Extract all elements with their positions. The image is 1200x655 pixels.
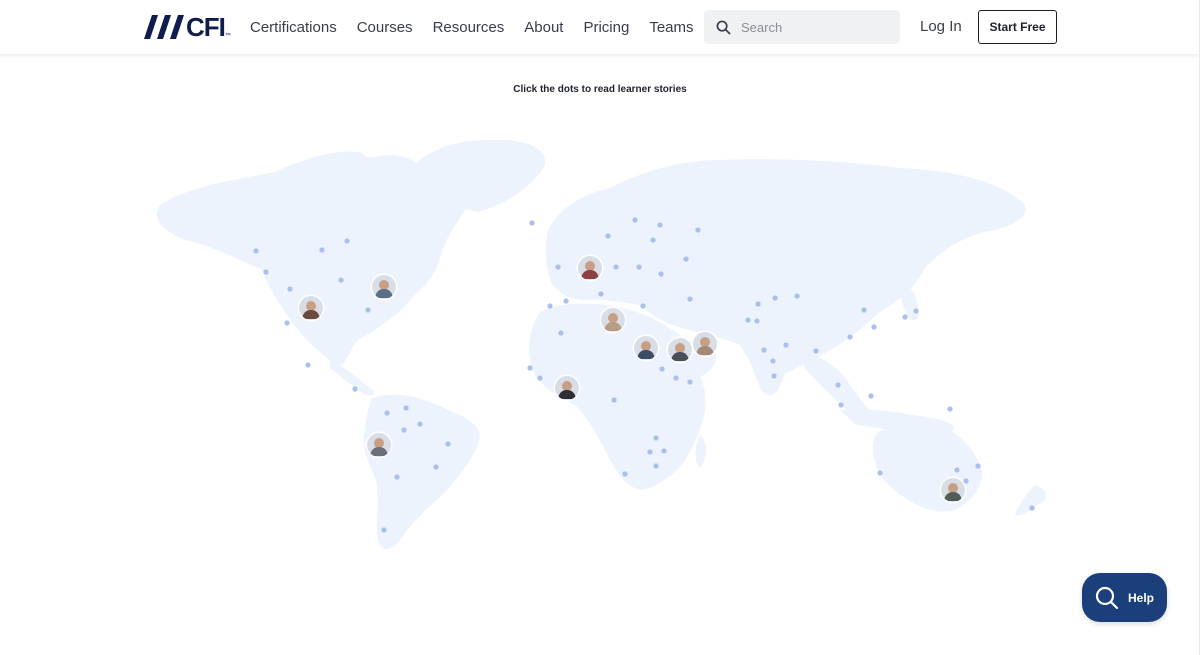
learner-dot[interactable]: [659, 366, 665, 372]
continents: [156, 139, 1046, 549]
learner-dot[interactable]: [650, 237, 656, 243]
learner-dot[interactable]: [417, 421, 423, 427]
learner-dot[interactable]: [611, 397, 617, 403]
learner-dot[interactable]: [661, 448, 667, 454]
land-india: [740, 328, 791, 396]
learner-dot[interactable]: [687, 379, 693, 385]
land-central-america: [330, 360, 374, 396]
learner-dot[interactable]: [1029, 505, 1035, 511]
learner-avatar[interactable]: [553, 374, 581, 402]
learner-dot[interactable]: [555, 264, 561, 270]
learner-dot[interactable]: [745, 317, 751, 323]
learner-dot[interactable]: [640, 303, 646, 309]
land-north-america: [156, 154, 469, 366]
learner-dot[interactable]: [605, 233, 611, 239]
learner-dot[interactable]: [695, 227, 701, 233]
land-new-zealand: [1015, 485, 1046, 516]
learner-dot[interactable]: [433, 464, 439, 470]
learner-dot[interactable]: [344, 238, 350, 244]
learner-dot[interactable]: [622, 471, 628, 477]
learner-dot[interactable]: [813, 348, 819, 354]
learner-dot[interactable]: [381, 527, 387, 533]
learner-dot[interactable]: [902, 314, 908, 320]
learner-dot[interactable]: [563, 298, 569, 304]
learner-dot[interactable]: [847, 334, 853, 340]
learner-dot[interactable]: [868, 393, 874, 399]
help-label: Help: [1128, 590, 1155, 605]
learner-avatar[interactable]: [365, 431, 393, 459]
learner-dot[interactable]: [394, 474, 400, 480]
learner-dot[interactable]: [613, 264, 619, 270]
learner-dot[interactable]: [403, 405, 409, 411]
learner-avatar[interactable]: [939, 476, 967, 504]
learner-dot[interactable]: [365, 307, 371, 313]
learner-dot[interactable]: [537, 375, 543, 381]
learner-dot[interactable]: [871, 324, 877, 330]
land-madagascar: [695, 435, 706, 468]
learner-dot[interactable]: [877, 470, 883, 476]
learner-dot[interactable]: [284, 320, 290, 326]
learner-dot[interactable]: [547, 303, 553, 309]
learner-dot[interactable]: [287, 286, 293, 292]
learner-dot[interactable]: [558, 330, 564, 336]
learner-dot[interactable]: [754, 318, 760, 324]
learner-dot[interactable]: [687, 296, 693, 302]
learner-avatar[interactable]: [691, 330, 719, 358]
learner-dot[interactable]: [783, 342, 789, 348]
learner-dot[interactable]: [529, 220, 535, 226]
learner-dot[interactable]: [598, 291, 604, 297]
learner-dot[interactable]: [947, 406, 953, 412]
learner-dot[interactable]: [835, 382, 841, 388]
learner-dot[interactable]: [632, 217, 638, 223]
learner-dot[interactable]: [771, 373, 777, 379]
learner-dot[interactable]: [636, 264, 642, 270]
learner-dot[interactable]: [657, 222, 663, 228]
learner-dot[interactable]: [838, 402, 844, 408]
learner-dot[interactable]: [319, 247, 325, 253]
learner-dot[interactable]: [794, 293, 800, 299]
learner-avatar[interactable]: [666, 336, 694, 364]
learner-dot[interactable]: [673, 375, 679, 381]
learner-dot[interactable]: [653, 463, 659, 469]
learner-dot[interactable]: [527, 365, 533, 371]
learner-dot[interactable]: [384, 410, 390, 416]
world-map: [156, 139, 1046, 549]
learner-dot[interactable]: [761, 347, 767, 353]
learner-avatar[interactable]: [370, 273, 398, 301]
learner-dot[interactable]: [770, 358, 776, 364]
help-search-icon: [1095, 586, 1119, 609]
learner-dot[interactable]: [861, 307, 867, 313]
learner-dot[interactable]: [352, 386, 358, 392]
learner-avatar[interactable]: [297, 294, 325, 322]
learner-dot[interactable]: [445, 441, 451, 447]
learner-avatar[interactable]: [632, 334, 660, 362]
land-australia: [873, 423, 982, 512]
help-button[interactable]: Help: [1082, 573, 1167, 622]
land-south-america: [363, 394, 480, 549]
learner-dot[interactable]: [975, 463, 981, 469]
learner-dot[interactable]: [253, 248, 259, 254]
learner-dot[interactable]: [647, 449, 653, 455]
learner-dot[interactable]: [401, 427, 407, 433]
learner-dot[interactable]: [683, 256, 689, 262]
learner-dot[interactable]: [263, 269, 269, 275]
learner-dot[interactable]: [772, 295, 778, 301]
learner-dot[interactable]: [305, 362, 311, 368]
learner-dot[interactable]: [913, 308, 919, 314]
learner-dot[interactable]: [658, 271, 664, 277]
learner-dot[interactable]: [338, 277, 344, 283]
learner-dot[interactable]: [954, 467, 960, 473]
learner-dot[interactable]: [755, 301, 761, 307]
learner-dot[interactable]: [653, 435, 659, 441]
learner-avatar[interactable]: [599, 306, 627, 334]
learner-avatar[interactable]: [576, 254, 604, 282]
